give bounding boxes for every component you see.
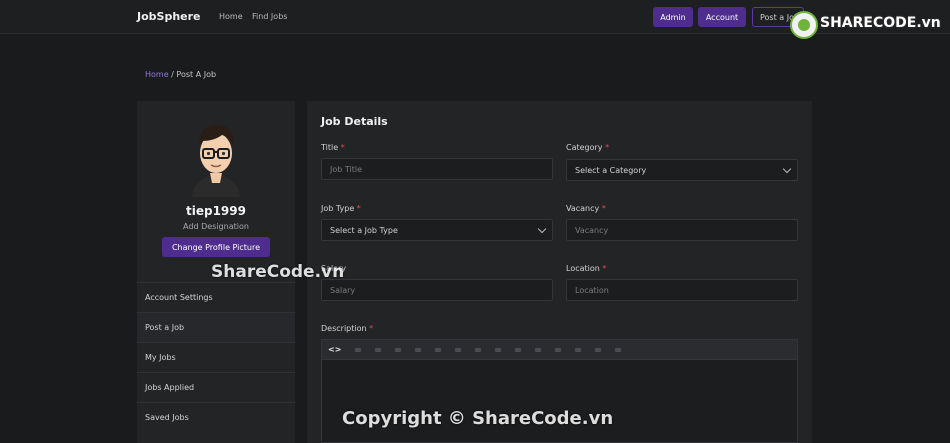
font-size-icon[interactable] xyxy=(415,347,422,352)
sharecode-watermark: ShareCode.vn xyxy=(211,262,345,282)
underline-icon[interactable] xyxy=(395,347,402,352)
job-type-select[interactable]: Select a Job Type xyxy=(321,219,553,241)
italic-icon[interactable] xyxy=(375,347,382,352)
menu-item-saved-jobs[interactable]: Saved Jobs xyxy=(137,402,295,432)
location-input[interactable]: Location xyxy=(566,279,798,301)
image-icon[interactable] xyxy=(535,347,542,352)
menu-item-jobs-applied[interactable]: Jobs Applied xyxy=(137,372,295,402)
fullscreen-icon[interactable] xyxy=(615,347,622,352)
account-button[interactable]: Account xyxy=(698,7,746,27)
job-type-label: Job Type * xyxy=(321,204,361,213)
chevron-down-icon xyxy=(537,224,547,234)
indent-icon[interactable] xyxy=(495,347,502,352)
align-icon[interactable] xyxy=(475,347,482,352)
nav-home[interactable]: Home xyxy=(219,12,243,21)
link-icon[interactable] xyxy=(515,347,522,352)
code-view-icon[interactable]: <> xyxy=(328,345,341,354)
menu-item-account-settings[interactable]: Account Settings xyxy=(137,282,295,312)
form-heading: Job Details xyxy=(321,115,388,128)
nav-find-jobs[interactable]: Find Jobs xyxy=(252,12,287,21)
redo-icon[interactable] xyxy=(595,347,602,352)
breadcrumb-separator: / xyxy=(171,70,174,79)
profile-designation: Add Designation xyxy=(183,222,249,231)
breadcrumb-home[interactable]: Home xyxy=(145,70,169,79)
list-icon[interactable] xyxy=(455,347,462,352)
menu-item-my-jobs[interactable]: My Jobs xyxy=(137,342,295,372)
admin-button[interactable]: Admin xyxy=(653,7,693,27)
sharecode-logo-icon xyxy=(790,11,818,39)
sharecode-logo-watermark: SHARECODE.vn xyxy=(790,9,950,43)
undo-icon[interactable] xyxy=(575,347,582,352)
vacancy-label: Vacancy * xyxy=(566,204,606,213)
vacancy-input[interactable]: Vacancy xyxy=(566,219,798,241)
profile-username: tiep1999 xyxy=(186,204,246,218)
sharecode-logo-text: SHARECODE.vn xyxy=(820,15,941,31)
change-profile-picture-button[interactable]: Change Profile Picture xyxy=(162,237,270,257)
category-label: Category * xyxy=(566,143,610,152)
copyright-watermark: Copyright © ShareCode.vn xyxy=(342,408,614,429)
account-menu: Account Settings Post a Job My Jobs Jobs… xyxy=(137,282,295,432)
description-label: Description * xyxy=(321,324,374,333)
table-icon[interactable] xyxy=(555,347,562,352)
menu-item-post-a-job[interactable]: Post a Job xyxy=(137,312,295,342)
avatar xyxy=(192,125,240,197)
title-label: Title * xyxy=(321,143,345,152)
editor-toolbar: <> xyxy=(322,340,797,360)
brand-logo[interactable]: JobSphere xyxy=(137,10,201,23)
title-input[interactable]: Job Title xyxy=(321,158,553,180)
chevron-down-icon xyxy=(782,164,792,174)
breadcrumb-current: Post A Job xyxy=(176,70,217,79)
text-color-icon[interactable] xyxy=(435,347,442,352)
salary-input[interactable]: Salary xyxy=(321,279,553,301)
bold-icon[interactable] xyxy=(355,347,362,352)
breadcrumb: Home / Post A Job xyxy=(145,70,216,79)
category-select[interactable]: Select a Category xyxy=(566,159,798,181)
location-label: Location * xyxy=(566,264,607,273)
